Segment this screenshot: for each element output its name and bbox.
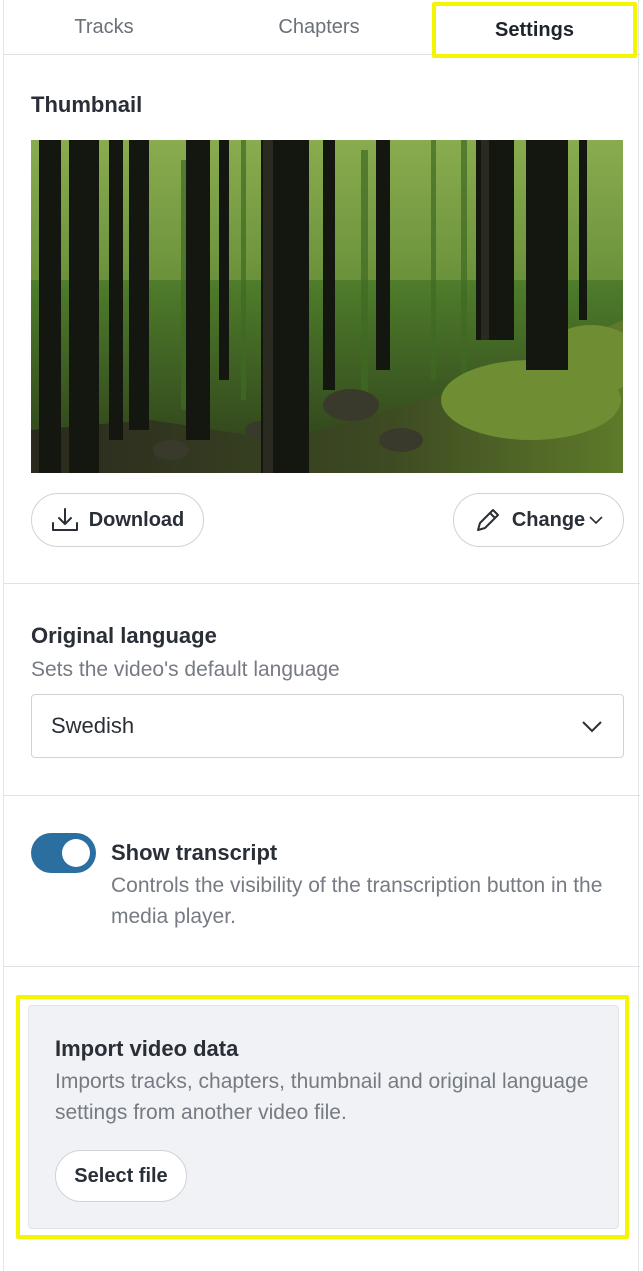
section-divider [4,795,640,796]
chevron-down-icon [582,721,602,733]
language-select[interactable]: Swedish [31,694,624,758]
toggle-knob [62,839,90,867]
section-divider [4,583,640,584]
tab-settings[interactable]: Settings [432,2,637,58]
import-video-data-description: Imports tracks, chapters, thumbnail and … [55,1070,589,1124]
show-transcript-description: Controls the visibility of the transcrip… [111,874,603,928]
select-file-label: Select file [74,1164,168,1187]
change-thumbnail-button[interactable]: Change [453,493,624,547]
forest-thumbnail-illustration [31,140,623,473]
tab-bar: Tracks Chapters Settings [4,0,640,58]
show-transcript-title: Show transcript [111,840,278,865]
section-divider [4,966,640,967]
thumbnail-image [31,140,623,473]
tab-tracks[interactable]: Tracks [34,0,174,54]
select-file-button[interactable]: Select file [55,1150,187,1202]
chevron-down-icon [589,516,603,525]
tab-chapters[interactable]: Chapters [244,0,394,54]
change-label: Change [511,508,586,531]
import-video-data-title: Import video data [55,1036,239,1061]
pencil-icon [476,509,499,531]
show-transcript-toggle[interactable] [31,833,96,873]
download-icon [51,508,78,531]
download-button[interactable]: Download [31,493,204,547]
original-language-title: Original language [31,623,217,648]
language-select-value: Swedish [51,713,135,738]
download-label: Download [88,508,185,531]
thumbnail-title: Thumbnail [31,92,143,117]
original-language-description: Sets the video's default language [31,658,340,681]
